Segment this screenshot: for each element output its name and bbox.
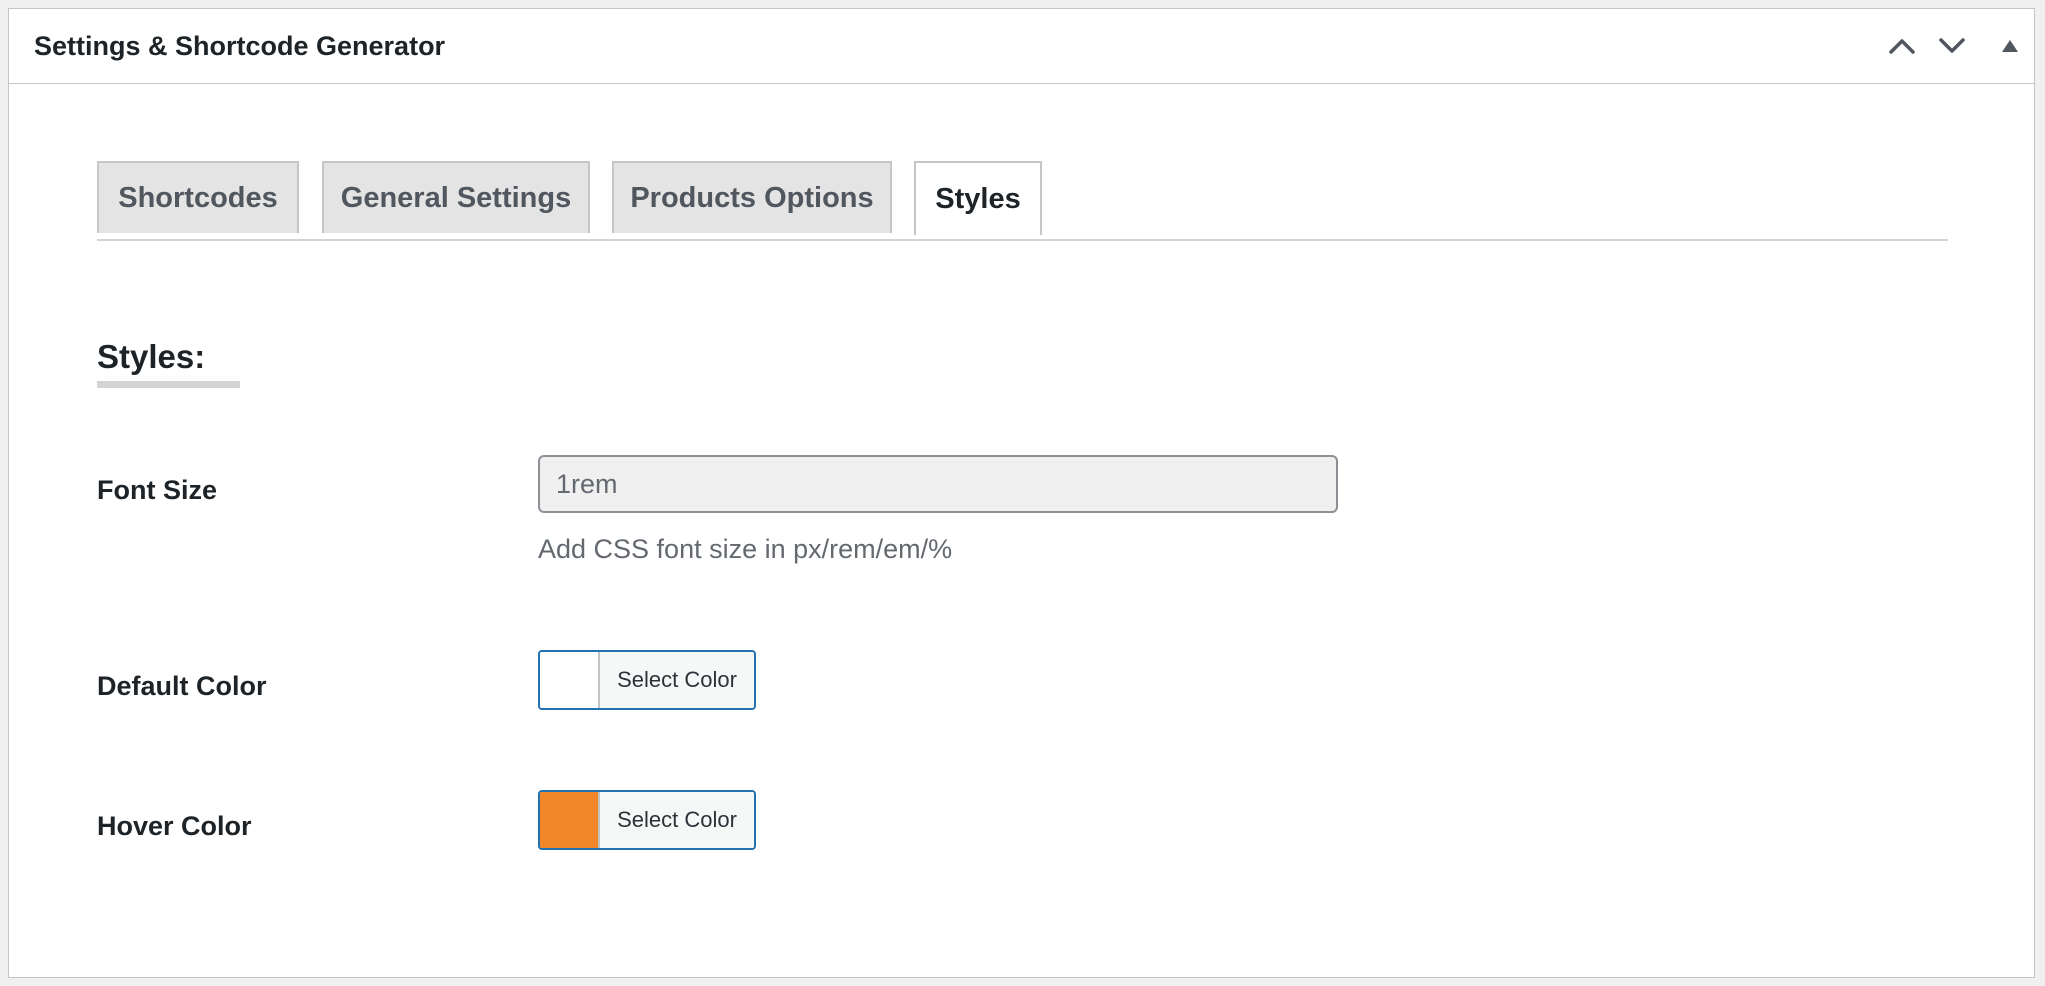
select-color-label: Select Color [600, 652, 754, 708]
font-size-description: Add CSS font size in px/rem/em/% [538, 534, 953, 564]
metabox-title: Settings & Shortcode Generator [34, 31, 446, 61]
metabox-header: Settings & Shortcode Generator [9, 9, 2034, 84]
tab-label: Styles [935, 182, 1021, 215]
tab-label: General Settings [340, 181, 572, 214]
chevron-down-icon [1939, 38, 1965, 53]
move-down-button[interactable] [1932, 26, 1972, 66]
heading-underline [97, 381, 240, 388]
move-up-button[interactable] [1882, 26, 1922, 66]
tab-label: Products Options [630, 181, 874, 214]
section-heading: Styles: [97, 338, 206, 375]
default-color-label: Default Color [97, 671, 267, 701]
default-color-picker-button[interactable]: Select Color [538, 650, 756, 710]
default-color-swatch [540, 652, 600, 708]
tab-bar: Shortcodes General Settings Products Opt… [97, 161, 1948, 241]
font-size-input[interactable] [538, 455, 1338, 513]
tab-styles[interactable]: Styles [914, 161, 1042, 235]
tab-general-settings[interactable]: General Settings [322, 161, 590, 233]
hover-color-swatch [540, 792, 600, 848]
tab-products-options[interactable]: Products Options [612, 161, 892, 233]
font-size-label: Font Size [97, 475, 217, 505]
settings-metabox: Settings & Shortcode Generator Shortcode… [8, 8, 2035, 978]
chevron-up-icon [1889, 39, 1915, 54]
hover-color-label: Hover Color [97, 811, 252, 841]
tab-shortcodes[interactable]: Shortcodes [97, 161, 299, 233]
select-color-label: Select Color [600, 792, 754, 848]
tab-label: Shortcodes [118, 181, 278, 214]
toggle-panel-button[interactable] [1990, 26, 2030, 66]
triangle-up-icon [2002, 40, 2018, 52]
hover-color-picker-button[interactable]: Select Color [538, 790, 756, 850]
